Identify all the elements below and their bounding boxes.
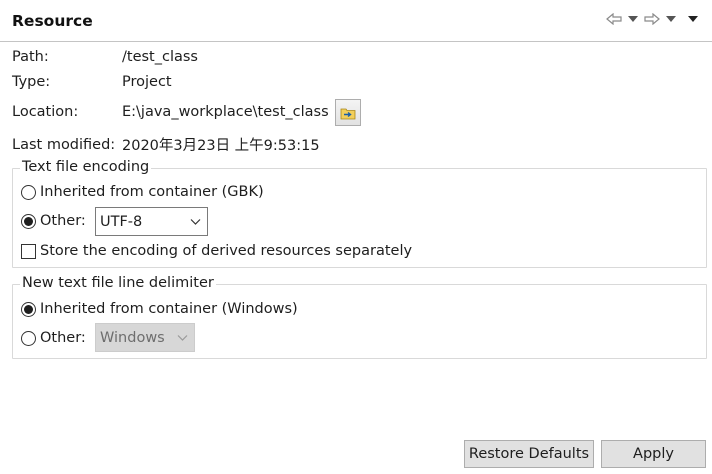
- delimiter-select-value: Windows: [100, 329, 165, 346]
- line-delimiter-group: New text file line delimiter Inherited f…: [12, 275, 707, 359]
- encoding-select[interactable]: UTF-8: [95, 207, 208, 236]
- encoding-inherited-label: Inherited from container (GBK): [40, 184, 264, 200]
- page-title: Resource: [12, 12, 93, 30]
- chevron-down-icon: [177, 335, 188, 341]
- delimiter-other-label: Other:: [40, 330, 86, 346]
- last-modified-label: Last modified:: [12, 136, 116, 153]
- store-encoding-label: Store the encoding of derived resources …: [40, 243, 413, 259]
- encoding-other-option[interactable]: Other:: [21, 213, 86, 229]
- encoding-other-label: Other:: [40, 213, 86, 229]
- path-label: Path:: [12, 49, 49, 65]
- location-value: E:\java_workplace\test_class: [122, 104, 329, 120]
- encoding-select-value: UTF-8: [100, 213, 143, 230]
- forward-arrow-icon[interactable]: [642, 9, 662, 29]
- encoding-inherited-option[interactable]: Inherited from container (GBK): [21, 184, 264, 200]
- view-menu-icon[interactable]: [686, 9, 700, 29]
- delimiter-other-radio[interactable]: [21, 330, 36, 346]
- encoding-inherited-radio[interactable]: [21, 184, 36, 200]
- delimiter-inherited-radio[interactable]: [21, 301, 36, 317]
- forward-history-chevron-icon[interactable]: [664, 9, 678, 29]
- path-value: /test_class: [122, 49, 198, 65]
- restore-defaults-button[interactable]: Restore Defaults: [464, 440, 594, 468]
- line-delimiter-title: New text file line delimiter: [20, 275, 216, 291]
- back-arrow-icon[interactable]: [604, 9, 624, 29]
- properties-header: Resource: [0, 0, 712, 42]
- chevron-down-icon: [190, 219, 201, 225]
- show-in-explorer-button[interactable]: [335, 99, 361, 126]
- type-row: Type: Project: [12, 74, 172, 90]
- delimiter-other-option[interactable]: Other:: [21, 330, 86, 346]
- open-folder-icon: [340, 108, 356, 119]
- back-history-chevron-icon[interactable]: [626, 9, 640, 29]
- type-label: Type:: [12, 74, 51, 90]
- delimiter-select: Windows: [95, 323, 195, 352]
- delimiter-inherited-option[interactable]: Inherited from container (Windows): [21, 301, 298, 317]
- delimiter-inherited-label: Inherited from container (Windows): [40, 301, 298, 317]
- last-modified-value: 2020年3月23日 上午9:53:15: [122, 138, 320, 154]
- store-encoding-option[interactable]: Store the encoding of derived resources …: [21, 243, 412, 259]
- last-modified-row: Last modified: 2020年3月23日 上午9:53:15: [12, 134, 320, 155]
- location-row: Location: E:\java_workplace\test_class: [12, 104, 329, 120]
- type-value: Project: [122, 74, 172, 90]
- path-row: Path: /test_class: [12, 49, 198, 65]
- location-label: Location:: [12, 104, 79, 120]
- header-nav: [604, 9, 700, 29]
- text-file-encoding-group: Text file encoding Inherited from contai…: [12, 159, 707, 268]
- apply-button[interactable]: Apply: [601, 440, 706, 468]
- encoding-other-radio[interactable]: [21, 213, 36, 229]
- text-file-encoding-title: Text file encoding: [20, 159, 152, 175]
- store-encoding-checkbox[interactable]: [21, 243, 36, 259]
